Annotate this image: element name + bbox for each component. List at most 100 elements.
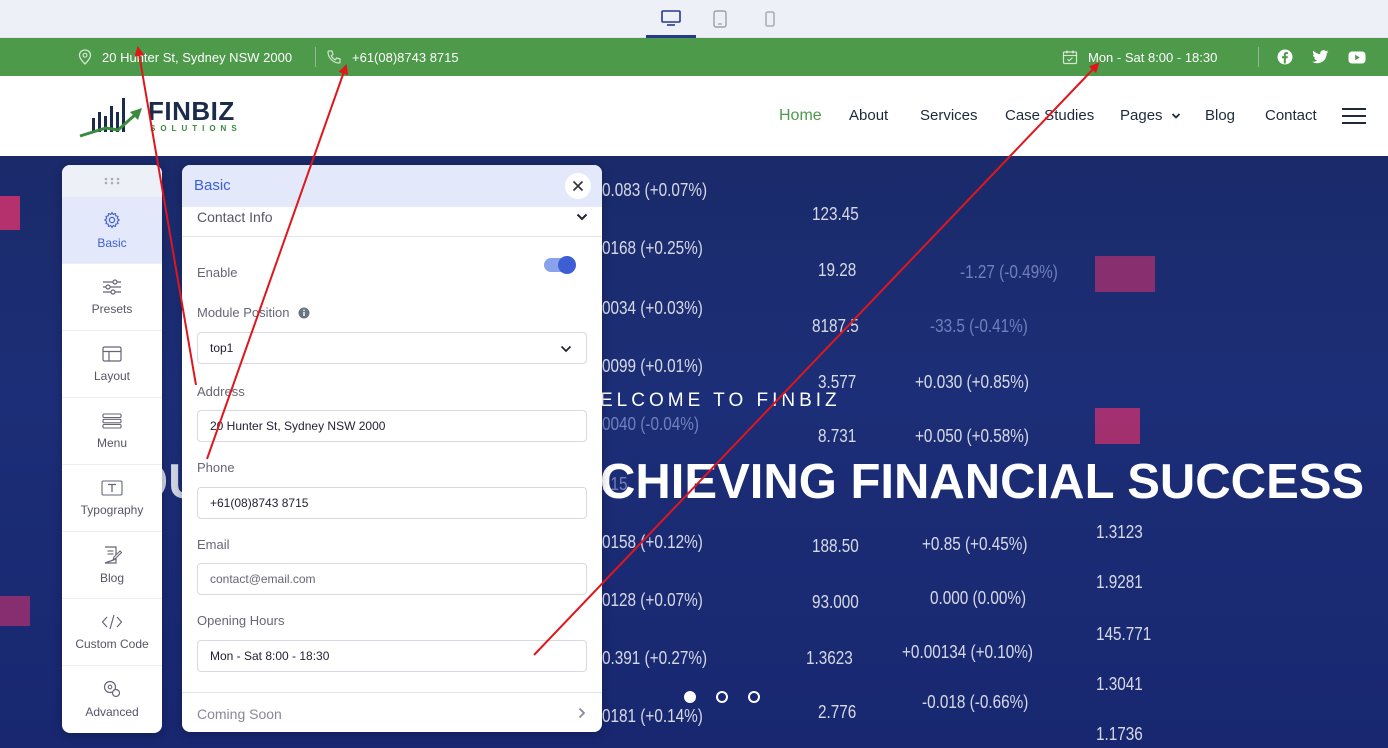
nav-home[interactable]: Home <box>779 107 822 125</box>
ticker-value: 1.3623 <box>806 648 853 668</box>
section-coming-soon[interactable]: Coming Soon <box>182 692 602 732</box>
section-contact-info[interactable]: Contact Info <box>182 207 602 237</box>
mobile-view-button[interactable] <box>750 0 790 38</box>
enable-toggle[interactable] <box>544 256 576 274</box>
youtube-icon <box>1348 51 1366 63</box>
grip-dots-icon <box>104 177 120 185</box>
menu-icon <box>102 412 122 429</box>
ticker-value: +0.030 (+0.85%) <box>915 372 1029 392</box>
phone-value: +61(08)8743 8715 <box>210 496 309 510</box>
typography-icon <box>101 479 123 496</box>
address-label: Address <box>197 384 245 399</box>
tablet-icon <box>713 10 727 28</box>
topbar-divider <box>1258 47 1259 67</box>
address-value: 20 Hunter St, Sydney NSW 2000 <box>210 419 386 433</box>
sidebar-item-label: Presets <box>91 301 133 316</box>
ticker-value: 0128 (+0.07%) <box>602 590 703 610</box>
sidebar-item-advanced[interactable]: Advanced <box>62 666 162 733</box>
ticker-value: 1.1736 <box>1096 724 1143 744</box>
topbar-hours: Mon - Sat 8:00 - 18:30 <box>1062 38 1217 76</box>
nav-about[interactable]: About <box>849 107 888 124</box>
ticker-value: 0040 (-0.04%) <box>602 414 699 434</box>
toggle-knob <box>558 256 576 274</box>
advanced-icon <box>103 680 121 698</box>
logo[interactable]: FINBIZ SOLUTIONS <box>78 92 248 138</box>
module-position-select[interactable]: top1 <box>197 332 587 364</box>
sidebar-item-typography[interactable]: Typography <box>62 465 162 532</box>
enable-label: Enable <box>197 265 238 280</box>
ticker-value: 93.000 <box>812 592 859 612</box>
top-bar: 20 Hunter St, Sydney NSW 2000 +61(08)874… <box>0 38 1388 76</box>
ticker-value: 8187.5 <box>812 316 859 336</box>
slider-dot[interactable] <box>748 691 760 703</box>
code-icon <box>101 614 123 629</box>
sidebar-item-custom-code[interactable]: Custom Code <box>62 599 162 666</box>
logo-text: FINBIZ <box>148 96 235 126</box>
email-field[interactable]: contact@email.com <box>197 563 587 595</box>
panel-title: Basic <box>194 177 231 194</box>
nav-case-studies[interactable]: Case Studies <box>1005 107 1094 124</box>
ticker-value: 145.771 <box>1096 624 1152 644</box>
opening-hours-field[interactable]: Mon - Sat 8:00 - 18:30 <box>197 640 587 672</box>
module-position-label-text: Module Position <box>197 305 290 320</box>
map-pin-icon <box>78 49 92 65</box>
sidebar-item-label: Blog <box>99 570 125 585</box>
sidebar-item-label: Advanced <box>85 705 139 719</box>
ticker-value: +0.050 (+0.58%) <box>915 426 1029 446</box>
close-button[interactable] <box>565 173 591 199</box>
sidebar-item-presets[interactable]: Presets <box>62 264 162 331</box>
sidebar-item-label: Basic <box>97 235 127 250</box>
ticker-value: +0.00134 (+0.10%) <box>902 642 1034 662</box>
facebook-icon <box>1277 49 1293 65</box>
ticker-value: 188.50 <box>812 536 859 556</box>
topbar-phone: +61(08)8743 8715 <box>326 38 459 76</box>
chevron-down-icon <box>576 213 588 221</box>
gear-icon <box>103 210 121 229</box>
slider-dot[interactable] <box>716 691 728 703</box>
nav-blog[interactable]: Blog <box>1205 107 1235 124</box>
opening-hours-label: Opening Hours <box>197 613 285 628</box>
ticker-highlight <box>0 196 20 230</box>
panel-header: Basic <box>182 165 602 207</box>
sidebar-item-label: Custom Code <box>75 636 149 651</box>
info-icon[interactable] <box>298 307 310 319</box>
sidebar-item-layout[interactable]: Layout <box>62 331 162 398</box>
facebook-link[interactable] <box>1277 38 1293 76</box>
sidebar-item-menu[interactable]: Menu <box>62 398 162 465</box>
ticker-value: 0.000 (0.00%) <box>930 588 1027 608</box>
close-icon <box>572 180 584 192</box>
section-label: Contact Info <box>197 209 273 225</box>
device-toolbar <box>0 0 1388 38</box>
ticker-value: -33.5 (-0.41%) <box>930 316 1028 336</box>
ticker-value: 0034 (+0.03%) <box>602 298 703 318</box>
ticker-highlight <box>0 596 30 626</box>
module-position-value: top1 <box>210 341 234 355</box>
chevron-down-icon <box>1171 113 1180 119</box>
nav-contact[interactable]: Contact <box>1265 107 1317 124</box>
ticker-value: 8.731 <box>818 426 857 446</box>
sidebar-item-basic[interactable]: Basic <box>62 197 162 264</box>
hamburger-menu-icon[interactable] <box>1342 108 1366 124</box>
ticker-value: 0181 (+0.14%) <box>602 706 703 726</box>
nav-pages[interactable]: Pages <box>1120 107 1181 124</box>
nav-services[interactable]: Services <box>920 107 978 124</box>
slider-dot[interactable] <box>684 691 696 703</box>
ticker-value: 0.391 (+0.27%) <box>602 648 708 668</box>
drag-handle[interactable] <box>62 165 162 197</box>
twitter-link[interactable] <box>1312 38 1329 76</box>
email-placeholder: contact@email.com <box>210 572 316 586</box>
sliders-icon <box>103 278 121 295</box>
phone-field[interactable]: +61(08)8743 8715 <box>197 487 587 519</box>
sidebar-item-blog[interactable]: Blog <box>62 532 162 599</box>
email-label: Email <box>197 537 230 552</box>
basic-settings-panel: Basic Contact Info Enable Module Positio… <box>182 165 602 732</box>
slider-dots <box>684 691 760 703</box>
address-field[interactable]: 20 Hunter St, Sydney NSW 2000 <box>197 410 587 442</box>
tablet-view-button[interactable] <box>700 0 740 38</box>
ticker-value: 0168 (+0.25%) <box>602 238 703 258</box>
ticker-value: -1.27 (-0.49%) <box>960 262 1058 282</box>
youtube-link[interactable] <box>1348 38 1366 76</box>
desktop-view-button[interactable] <box>646 0 696 38</box>
ticker-value: 19.28 <box>818 260 857 280</box>
opening-hours-value: Mon - Sat 8:00 - 18:30 <box>210 649 330 663</box>
